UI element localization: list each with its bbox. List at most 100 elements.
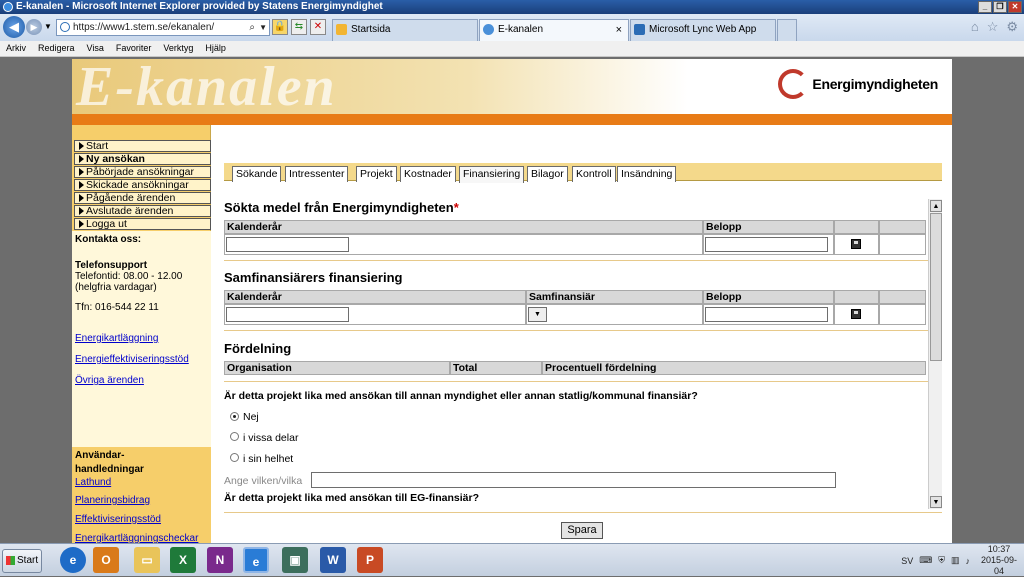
menu-hjalp[interactable]: Hjälp [205, 41, 226, 56]
manuals-title: Användar- [75, 450, 125, 461]
page-icon [60, 22, 70, 32]
save-row-icon[interactable] [851, 309, 861, 319]
link-energikartlaggningscheckar[interactable]: Energikartläggningscheckar [75, 533, 198, 543]
link-energieffektiviseringsstod[interactable]: Energieffektiviseringsstöd [75, 354, 189, 365]
back-button[interactable]: ◀ [3, 16, 25, 38]
scroll-thumb[interactable] [930, 213, 942, 361]
powerpoint-taskbar-icon[interactable]: P [357, 547, 383, 573]
sidebar-item-start[interactable]: Start [74, 140, 211, 152]
menu-visa[interactable]: Visa [87, 41, 104, 56]
required-mark: * [453, 200, 459, 215]
sidebar-item-skickade[interactable]: Skickade ansökningar [74, 179, 211, 191]
ange-vilken-input[interactable] [311, 472, 836, 488]
banner-title: E-kanalen [76, 59, 337, 118]
tab-insandning[interactable]: Insändning [617, 166, 677, 182]
radio-label-sin-helhet: i sin helhet [243, 453, 294, 465]
contact-panel: Kontakta oss: Telefonsupport Telefontid:… [72, 231, 211, 447]
stop-icon[interactable]: ✕ [310, 19, 326, 35]
sidebar-item-paborjade[interactable]: Påbörjade ansökningar [74, 166, 211, 178]
tab-projekt[interactable]: Projekt [356, 166, 397, 182]
link-effektiviseringsstod[interactable]: Effektiviseringsstöd [75, 514, 161, 525]
word-taskbar-icon[interactable]: W [320, 547, 346, 573]
forward-button[interactable]: ▶ [26, 19, 42, 35]
close-tab-icon[interactable]: × [616, 20, 622, 40]
start-button[interactable]: Start [2, 549, 42, 573]
radio-label-vissa-delar: i vissa delar [243, 432, 299, 444]
clock[interactable]: 10:37 2015-09-04 [976, 544, 1022, 577]
question-eg-finansiar: Är detta projekt lika med ansökan till E… [224, 492, 479, 504]
ie-active-taskbar-icon[interactable]: e [243, 547, 269, 573]
home-icon[interactable]: ⌂ [971, 19, 979, 35]
samfin-kalenderar-input[interactable] [226, 307, 349, 322]
excel-taskbar-icon[interactable]: X [170, 547, 196, 573]
radio-label-nej: Nej [243, 411, 259, 423]
sidebar: Start Ny ansökan Påbörjade ansökningar S… [72, 125, 211, 543]
support-phone: Tfn: 016-544 22 11 [75, 302, 159, 313]
compatibility-icon[interactable]: ⇆ [291, 19, 307, 35]
lock-icon[interactable]: 🔒 [272, 19, 288, 35]
browser-nav-row: ◀ ▶ ▼ https://www1.stem.se/ekanalen/ ⌕ ▼… [0, 14, 1024, 41]
save-row-icon[interactable] [851, 239, 861, 249]
menu-redigera[interactable]: Redigera [38, 41, 75, 56]
tab-finansiering[interactable]: Finansiering [459, 166, 525, 183]
menu-verktyg[interactable]: Verktyg [163, 41, 193, 56]
ie-taskbar-icon[interactable]: e [60, 547, 86, 573]
tab-lync[interactable]: Microsoft Lync Web App [630, 19, 776, 41]
tools-gear-icon[interactable]: ⚙ [1006, 19, 1018, 35]
energimyndigheten-logo[interactable]: Energimyndigheten [778, 69, 938, 99]
section-fordelning-title: Fördelning [224, 341, 292, 356]
network-icon[interactable]: ▥ [951, 555, 960, 566]
volume-icon[interactable]: ♪ [966, 556, 971, 566]
new-tab-button[interactable] [777, 19, 797, 41]
ie-icon [3, 2, 13, 12]
samfinansiar-select[interactable]: ▼ [528, 307, 547, 322]
tab-startsida[interactable]: Startsida [332, 19, 478, 41]
tab-sokande[interactable]: Sökande [232, 166, 282, 182]
kalenderar-input[interactable] [226, 237, 349, 252]
sidebar-item-avslutade[interactable]: Avslutade ärenden [74, 205, 211, 217]
menu-arkiv[interactable]: Arkiv [6, 41, 26, 56]
tab-kostnader[interactable]: Kostnader [400, 166, 456, 182]
shield-icon[interactable]: ⛨ [938, 555, 945, 566]
link-lathund[interactable]: Lathund [75, 477, 111, 488]
sidebar-item-logga-ut[interactable]: Logga ut [74, 218, 211, 230]
history-dropdown-icon[interactable]: ▼ [44, 22, 52, 31]
favorites-icon[interactable]: ☆ [987, 19, 999, 35]
app-taskbar-icon[interactable]: ▣ [282, 547, 308, 573]
language-indicator[interactable]: SV [901, 556, 913, 566]
close-window-button[interactable]: ✕ [1008, 1, 1022, 13]
tab-bilagor[interactable]: Bilagor [527, 166, 568, 182]
arrow-right-icon [79, 220, 84, 228]
belopp-input[interactable] [705, 237, 828, 252]
tab-kontroll[interactable]: Kontroll [572, 166, 616, 182]
radio-nej[interactable] [230, 412, 239, 421]
support-hours: Telefontid: 08.00 - 12.00 [75, 271, 183, 282]
radio-vissa-delar[interactable] [230, 432, 239, 441]
keyboard-icon[interactable]: ⌨ [919, 555, 932, 566]
onenote-taskbar-icon[interactable]: N [207, 547, 233, 573]
link-planeringsbidrag[interactable]: Planeringsbidrag [75, 495, 150, 506]
sidebar-item-pagaende[interactable]: Pågående ärenden [74, 192, 211, 204]
scroll-up-icon[interactable]: ▲ [930, 200, 942, 212]
save-button[interactable]: Spara [561, 522, 603, 539]
menu-favoriter[interactable]: Favoriter [116, 41, 152, 56]
tab-ekanalen[interactable]: E-kanalen × [479, 19, 629, 41]
link-ovriga-arenden[interactable]: Övriga ärenden [75, 375, 144, 386]
radio-sin-helhet[interactable] [230, 453, 239, 462]
search-icon[interactable]: ⌕ [249, 20, 255, 35]
form-tabs: Sökande Intressenter Projekt Kostnader F… [224, 163, 942, 183]
restore-button[interactable]: ❐ [993, 1, 1007, 13]
scroll-down-icon[interactable]: ▼ [930, 496, 942, 508]
ange-vilken-label: Ange vilken/vilka [224, 475, 303, 487]
tab-intressenter[interactable]: Intressenter [285, 166, 349, 182]
explorer-folder-icon[interactable]: ▭ [134, 547, 160, 573]
minimize-button[interactable]: _ [978, 1, 992, 13]
samfin-belopp-input[interactable] [705, 307, 828, 322]
address-bar[interactable]: https://www1.stem.se/ekanalen/ ⌕ ▼ [56, 19, 270, 36]
arrow-right-icon [79, 181, 84, 189]
vertical-scrollbar[interactable]: ▲ ▼ [928, 199, 942, 509]
outlook-taskbar-icon[interactable]: O [93, 547, 119, 573]
sidebar-item-ny-ansokan[interactable]: Ny ansökan [74, 153, 211, 165]
address-dropdown-icon[interactable]: ▼ [259, 20, 267, 35]
link-energikartlaggning[interactable]: Energikartläggning [75, 333, 158, 344]
